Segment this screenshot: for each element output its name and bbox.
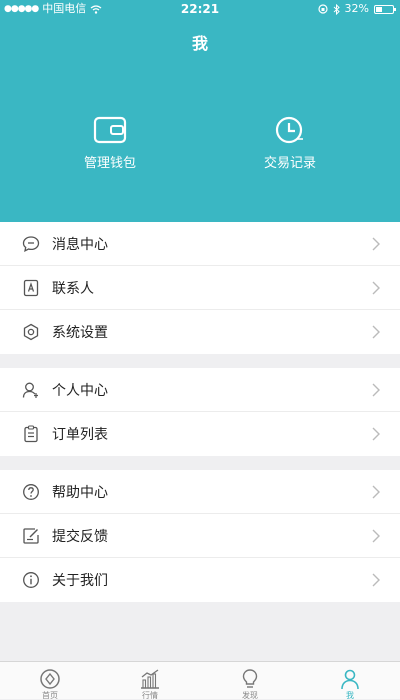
menu-item-label: 帮助中心 (52, 484, 108, 501)
bluetooth-icon (333, 3, 340, 15)
tab-profile[interactable]: 我 (300, 662, 400, 700)
battery-percent: 32% (344, 2, 369, 15)
market-chart-icon (141, 669, 159, 689)
chevron-right-icon (372, 573, 380, 587)
tab-home[interactable]: 首页 (0, 662, 100, 700)
menu-item-about-us[interactable]: 关于我们 (0, 558, 400, 602)
menu-item-label: 关于我们 (52, 573, 108, 589)
order-list-icon (24, 425, 38, 443)
chevron-right-icon (372, 237, 380, 251)
message-icon (22, 236, 40, 252)
menu-group-3: 帮助中心 提交反馈 关于我们 (0, 470, 400, 602)
tab-market[interactable]: 行情 (100, 662, 200, 700)
discover-icon (242, 669, 258, 688)
tab-discover[interactable]: 发现 (200, 662, 300, 700)
transaction-records-label: 交易记录 (263, 156, 316, 171)
menu-item-contacts[interactable]: 联系人 (0, 266, 400, 310)
profile-icon (341, 669, 359, 690)
menu-item-system-settings[interactable]: 系统设置 (0, 310, 400, 354)
clock-icon (275, 116, 303, 144)
feedback-icon (23, 528, 39, 544)
menu-item-label: 个人中心 (52, 382, 108, 399)
manage-wallet-label: 管理钱包 (83, 156, 136, 171)
menu-group-2: 个人中心 订单列表 (0, 368, 400, 456)
contacts-icon (23, 279, 39, 297)
menu-item-submit-feedback[interactable]: 提交反馈 (0, 514, 400, 558)
status-bar: ●●●●● 中国电信 22:21 32% (0, 0, 400, 18)
wallet-icon (93, 116, 127, 144)
transaction-records-button[interactable]: 交易记录 (230, 115, 350, 171)
chevron-right-icon (372, 325, 380, 339)
status-right: 32% (317, 0, 396, 18)
menu-item-message-center[interactable]: 消息中心 (0, 222, 400, 266)
menu-item-order-list[interactable]: 订单列表 (0, 412, 400, 456)
bottom-tab-bar: 首页 行情 发现 我 (0, 661, 400, 700)
chevron-right-icon (372, 383, 380, 397)
menu-item-personal-center[interactable]: 个人中心 (0, 368, 400, 412)
chevron-right-icon (372, 427, 380, 441)
menu-item-label: 系统设置 (52, 325, 108, 341)
menu-item-help-center[interactable]: 帮助中心 (0, 470, 400, 514)
chevron-right-icon (372, 485, 380, 499)
rotation-lock-icon (317, 4, 328, 14)
help-icon (23, 484, 39, 500)
battery-icon (374, 4, 396, 14)
page-title: 我 (191, 34, 208, 53)
chevron-right-icon (372, 281, 380, 295)
home-icon (40, 669, 60, 689)
chevron-right-icon (372, 529, 380, 543)
menu-item-label: 消息中心 (52, 236, 108, 253)
profile-header: ●●●●● 中国电信 22:21 32% 我 管理钱包 交易记录 (0, 0, 400, 222)
menu-item-label: 提交反馈 (52, 528, 108, 545)
manage-wallet-button[interactable]: 管理钱包 (50, 115, 170, 171)
settings-icon (23, 323, 39, 341)
menu-group-1: 消息中心 联系人 系统设置 (0, 222, 400, 354)
info-icon (23, 572, 39, 588)
menu-item-label: 联系人 (52, 280, 94, 297)
menu-item-label: 订单列表 (52, 427, 108, 443)
user-icon (22, 382, 38, 398)
